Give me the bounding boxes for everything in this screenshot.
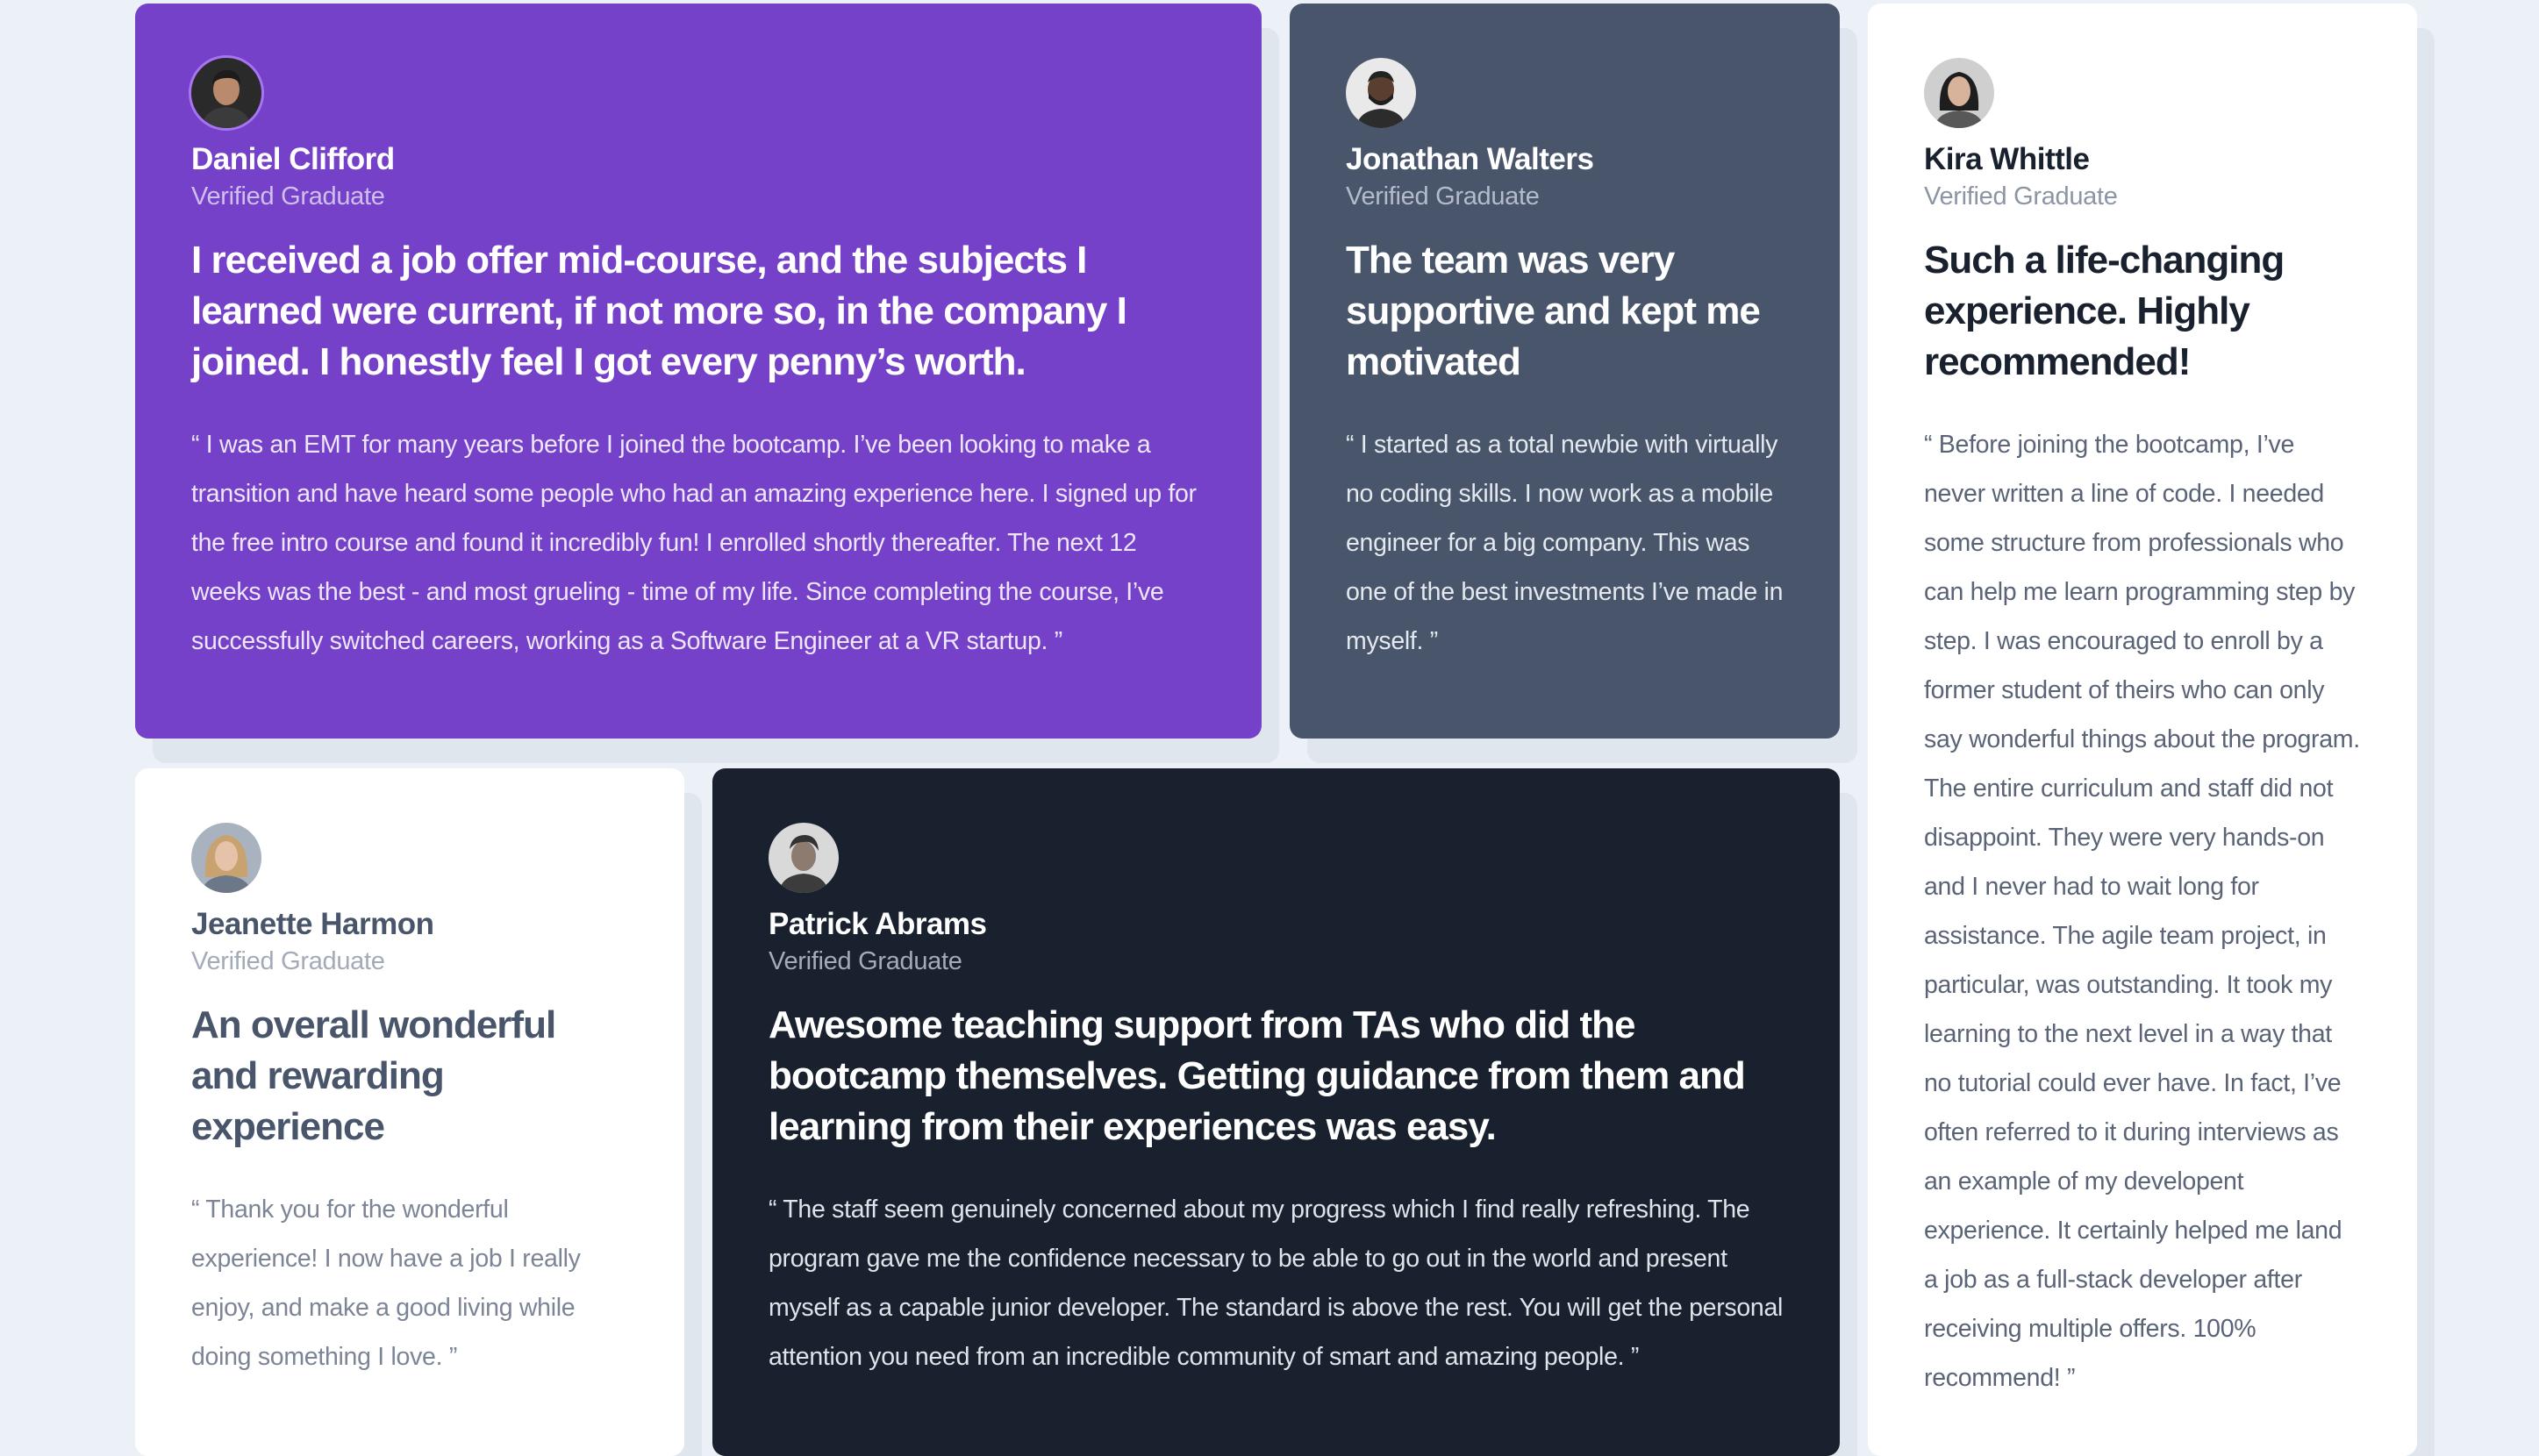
avatar-jonathan-walters (1346, 58, 1416, 128)
author-name: Kira Whittle (1924, 142, 2090, 176)
testimonial-headline: An overall wonderful and rewarding exper… (191, 1003, 556, 1148)
author-name: Jonathan Walters (1346, 142, 1594, 176)
author-role: Verified Graduate (1924, 182, 2118, 211)
testimonial-card-jonathan-walters: Jonathan Walters Verified Graduate The t… (1290, 4, 1840, 739)
testimonial-headline: Such a life-changing experience. Highly … (1924, 239, 2285, 383)
author-role: Verified Graduate (1346, 182, 1540, 211)
testimonial-quote: “ Before joining the bootcamp, I’ve neve… (1924, 430, 2360, 1392)
testimonial-card-jeanette-harmon: Jeanette Harmon Verified Graduate An ove… (135, 768, 684, 1456)
testimonial-quote: “ The staff seem genuinely concerned abo… (769, 1195, 1784, 1371)
testimonial-headline: The team was very supportive and kept me… (1346, 239, 1761, 383)
testimonial-headline: Awesome teaching support from TAs who di… (769, 1003, 1746, 1148)
testimonial-quote: “ I was an EMT for many years before I j… (191, 430, 1197, 655)
avatar-patrick-abrams (769, 823, 839, 893)
author-role: Verified Graduate (769, 947, 962, 975)
testimonial-quote: “ I started as a total newbie with virtu… (1346, 430, 1784, 655)
avatar-daniel-clifford (191, 58, 261, 128)
testimonial-card-kira-whittle: Kira Whittle Verified Graduate Such a li… (1868, 4, 2417, 1456)
testimonial-quote: “ Thank you for the wonderful experience… (191, 1195, 581, 1371)
testimonial-card-daniel-clifford: Daniel Clifford Verified Graduate I rece… (135, 4, 1262, 739)
testimonial-card-patrick-abrams: Patrick Abrams Verified Graduate Awesome… (712, 768, 1840, 1456)
author-name: Jeanette Harmon (191, 907, 434, 941)
author-role: Verified Graduate (191, 182, 385, 211)
author-role: Verified Graduate (191, 947, 385, 975)
avatar-kira-whittle (1924, 58, 1994, 128)
author-name: Patrick Abrams (769, 907, 987, 941)
author-name: Daniel Clifford (191, 142, 395, 176)
avatar-jeanette-harmon (191, 823, 261, 893)
testimonial-headline: I received a job offer mid-course, and t… (191, 239, 1127, 383)
